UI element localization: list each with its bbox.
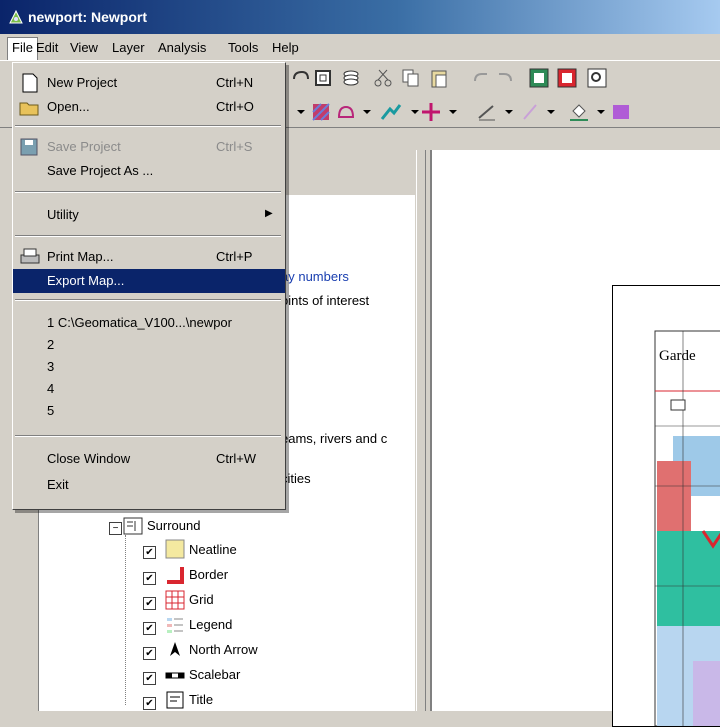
menu-item-close-window[interactable]: Close Window Ctrl+W <box>13 447 285 471</box>
zoom-layer-icon[interactable] <box>556 67 578 89</box>
menu-item-open[interactable]: Open... Ctrl+O <box>13 95 285 119</box>
menu-item-recent-2[interactable]: 2 <box>13 333 285 357</box>
tree-node-title[interactable]: Title <box>189 692 213 707</box>
neatline-icon <box>165 539 185 559</box>
menu-item-save-project[interactable]: Save Project Ctrl+S <box>13 135 285 159</box>
point-tool-icon[interactable] <box>420 101 442 123</box>
printer-icon <box>20 248 40 264</box>
tree-node-streams-rivers[interactable]: eams, rivers and c <box>281 431 387 446</box>
menu-item-exit[interactable]: Exit <box>13 473 285 497</box>
zoom-extent-icon[interactable] <box>528 67 550 89</box>
visibility-checkbox[interactable]: ✔ <box>143 672 156 685</box>
paint-bucket-icon[interactable] <box>568 101 590 123</box>
menu-item-recent-4[interactable]: 4 <box>13 377 285 401</box>
pen-icon[interactable] <box>520 101 542 123</box>
menu-item-new-project[interactable]: New Project Ctrl+N <box>13 71 285 95</box>
menu-item-utility[interactable]: Utility ▶ <box>13 203 285 227</box>
submenu-arrow-icon: ▶ <box>265 208 273 219</box>
line-style-icon[interactable] <box>335 101 357 123</box>
tree-node-border[interactable]: Border <box>189 567 228 582</box>
open-folder-icon <box>19 102 39 116</box>
menu-bar: File Edit View Layer Analysis Tools Help <box>0 34 720 61</box>
panel-splitter[interactable] <box>416 150 426 711</box>
menu-separator <box>15 191 281 193</box>
tree-node-neatline[interactable]: Neatline <box>189 542 237 557</box>
dropdown-arrow-icon[interactable] <box>590 101 612 123</box>
north-arrow-icon <box>170 642 180 656</box>
collapse-icon[interactable]: − <box>109 522 122 535</box>
menu-view[interactable]: View <box>70 40 98 55</box>
menu-item-recent-3[interactable]: 3 <box>13 355 285 379</box>
layers-icon[interactable] <box>340 67 362 89</box>
tree-node-legend[interactable]: Legend <box>189 617 232 632</box>
visibility-checkbox[interactable]: ✔ <box>143 647 156 660</box>
menu-edit[interactable]: Edit <box>36 40 58 55</box>
visibility-checkbox[interactable]: ✔ <box>143 546 156 559</box>
file-menu: New Project Ctrl+N Open... Ctrl+O Save P… <box>12 62 286 510</box>
menu-item-print-map[interactable]: Print Map... Ctrl+P <box>13 245 285 269</box>
cut-icon[interactable] <box>372 67 394 89</box>
menu-item-recent-1[interactable]: 1 C:\Geomatica_V100...\newpor <box>13 311 285 335</box>
visibility-checkbox[interactable]: ✔ <box>143 597 156 610</box>
title-icon <box>166 691 184 709</box>
menu-separator <box>15 299 281 301</box>
undo-arrow-icon[interactable] <box>494 67 516 89</box>
tree-node-surround[interactable]: Surround <box>147 518 200 533</box>
app-icon <box>9 9 23 24</box>
paste-icon[interactable] <box>428 67 450 89</box>
menu-file[interactable]: File <box>7 37 38 61</box>
dropdown-arrow-icon[interactable] <box>540 101 562 123</box>
window-icon[interactable] <box>312 67 334 89</box>
window-title: newport: Newport <box>28 9 147 25</box>
dropdown-arrow-icon[interactable] <box>356 101 378 123</box>
menu-item-export-map[interactable]: Export Map... <box>13 269 285 293</box>
copy-icon[interactable] <box>400 67 422 89</box>
legend-icon <box>167 618 183 633</box>
visibility-checkbox[interactable]: ✔ <box>143 572 156 585</box>
title-bar: newport: Newport <box>0 0 720 34</box>
measure-icon[interactable] <box>476 101 498 123</box>
tree-node-north-arrow[interactable]: North Arrow <box>189 642 258 657</box>
border-icon <box>167 567 184 584</box>
fill-pattern-icon[interactable] <box>310 101 332 123</box>
menu-separator <box>15 125 281 127</box>
grid-icon <box>165 590 185 610</box>
line-tool-icon[interactable] <box>380 101 402 123</box>
zoom-icon[interactable] <box>586 67 608 89</box>
save-icon <box>20 138 38 156</box>
visibility-checkbox[interactable]: ✔ <box>143 622 156 635</box>
menu-separator <box>15 435 281 437</box>
tree-node-grid[interactable]: Grid <box>189 592 214 607</box>
undo-icon[interactable] <box>290 67 312 89</box>
scalebar-icon <box>165 672 185 679</box>
menu-tools[interactable]: Tools <box>228 40 258 55</box>
dropdown-arrow-icon[interactable] <box>498 101 520 123</box>
tree-guide <box>125 535 126 705</box>
tree-node-highway-numbers[interactable]: ay numbers <box>281 269 349 284</box>
menu-help[interactable]: Help <box>272 40 299 55</box>
surround-group-icon <box>123 517 143 535</box>
new-document-icon <box>22 73 38 93</box>
tree-node-points-of-interest[interactable]: oints of interest <box>281 293 369 308</box>
menu-separator <box>15 235 281 237</box>
menu-layer[interactable]: Layer <box>112 40 145 55</box>
map-view[interactable]: Garde <box>430 150 720 727</box>
dropdown-arrow-icon[interactable] <box>290 101 312 123</box>
menu-analysis[interactable]: Analysis <box>158 40 206 55</box>
fill-color-icon[interactable] <box>610 101 632 123</box>
visibility-checkbox[interactable]: ✔ <box>143 697 156 710</box>
map-label: Garde <box>659 348 696 364</box>
menu-item-save-project-as[interactable]: Save Project As ... <box>13 159 285 183</box>
menu-item-recent-5[interactable]: 5 <box>13 399 285 423</box>
dropdown-arrow-icon[interactable] <box>442 101 464 123</box>
tree-node-scalebar[interactable]: Scalebar <box>189 667 240 682</box>
map-frame: Garde <box>612 285 720 727</box>
redo-icon[interactable] <box>470 67 492 89</box>
